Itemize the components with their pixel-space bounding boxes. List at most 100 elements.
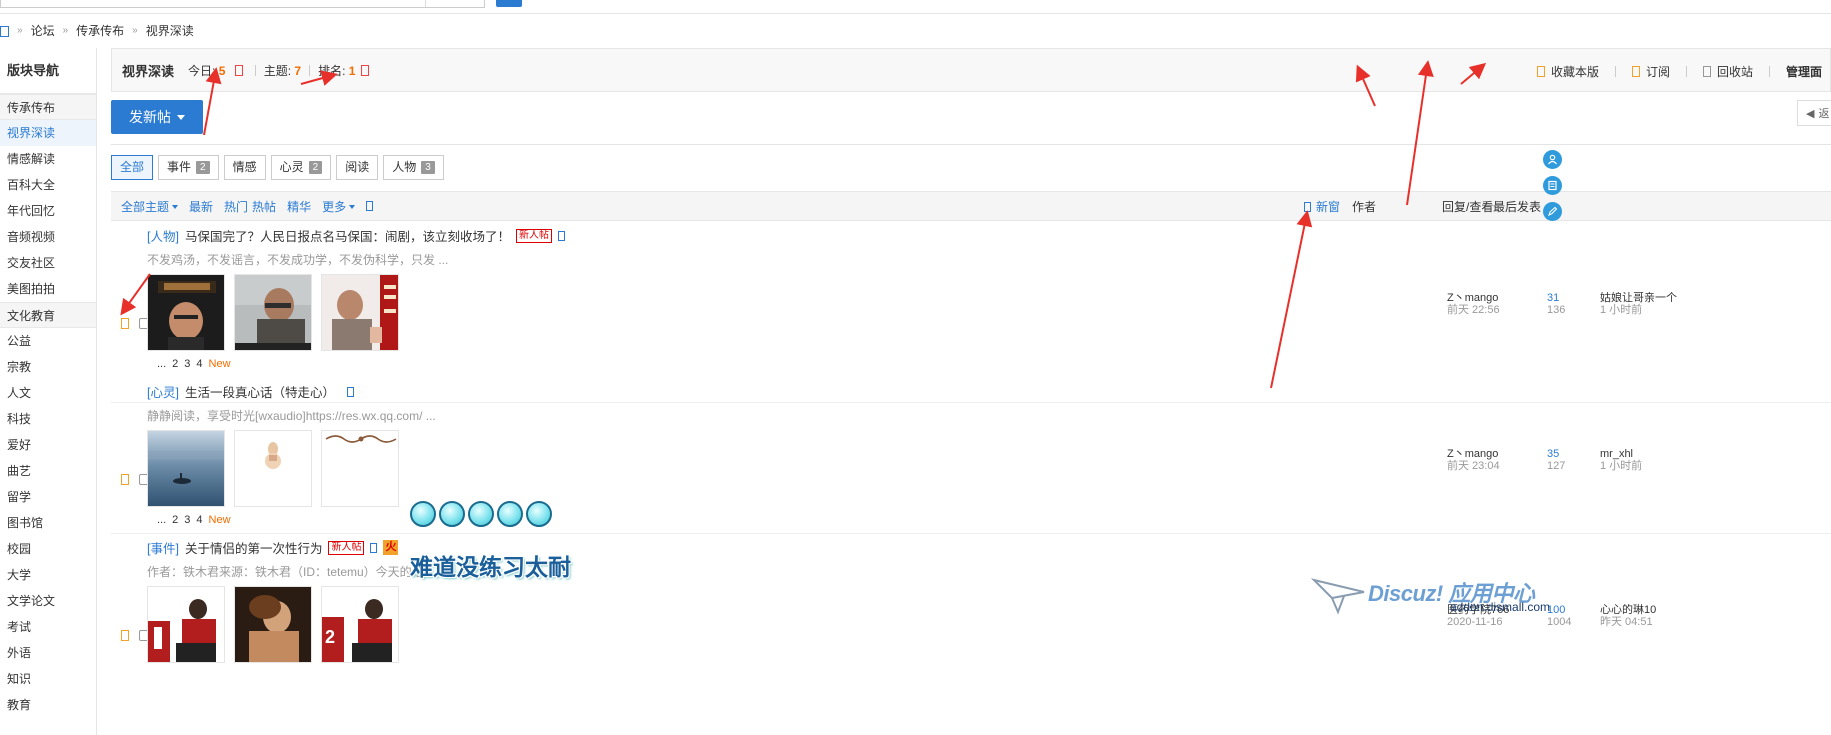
- page-link[interactable]: 4: [196, 358, 202, 370]
- back-button[interactable]: ◀ 返: [1797, 100, 1831, 126]
- sidebar-item[interactable]: 校园: [0, 536, 96, 562]
- author-name[interactable]: Z丶mango: [1447, 448, 1500, 460]
- thumbnail-image[interactable]: [234, 586, 312, 663]
- last-author[interactable]: 姑娘让哥亲一个: [1600, 292, 1680, 304]
- rss-icon[interactable]: [234, 64, 243, 76]
- sidebar-item[interactable]: 外语: [0, 640, 96, 666]
- sidebar-item[interactable]: 科技: [0, 406, 96, 432]
- rank-icon[interactable]: [360, 64, 369, 76]
- filter-digest[interactable]: 精华: [287, 198, 311, 215]
- page-link[interactable]: 2: [172, 358, 178, 370]
- folder-icon[interactable]: [121, 474, 129, 485]
- doc-icon[interactable]: [1543, 176, 1562, 195]
- thread-category[interactable]: [人物]: [147, 226, 179, 245]
- breadcrumb-section[interactable]: 传承传布: [76, 20, 124, 42]
- thumbnail-image[interactable]: 2: [321, 586, 399, 663]
- sidebar-item[interactable]: 知识: [0, 666, 96, 692]
- category-tab[interactable]: 人物 3: [383, 155, 444, 180]
- subscribe-link[interactable]: 订阅: [1624, 63, 1678, 80]
- sidebar-item[interactable]: 年代回忆: [0, 198, 96, 224]
- admin-link[interactable]: 管理面: [1778, 63, 1830, 80]
- thumbnail-image[interactable]: [234, 430, 312, 507]
- reply-count[interactable]: 31: [1547, 292, 1565, 304]
- sidebar-item[interactable]: 曲艺: [0, 458, 96, 484]
- new-window-toggle[interactable]: 新窗: [1304, 192, 1340, 222]
- thread-title[interactable]: 生活一段真心话（特走心）: [185, 382, 335, 401]
- sidebar-item[interactable]: 音频视频: [0, 224, 96, 250]
- search-input[interactable]: [0, 0, 485, 8]
- sidebar-item[interactable]: 考试: [0, 614, 96, 640]
- sidebar-item[interactable]: 传承传布: [0, 94, 96, 120]
- thread-category[interactable]: [事件]: [147, 538, 179, 557]
- page-link[interactable]: 3: [184, 514, 190, 526]
- sidebar-item[interactable]: 公益: [0, 328, 96, 354]
- author-name[interactable]: Z丶mango: [1447, 292, 1500, 304]
- sidebar-item[interactable]: 图书馆: [0, 510, 96, 536]
- thumbnail-image[interactable]: [234, 274, 312, 351]
- thread-row[interactable]: [事件] 关于情侣的第一次性行为 新人帖 火 作者：铁木君来源：铁木君（ID：t…: [111, 534, 1831, 735]
- filter-latest[interactable]: 最新: [189, 198, 213, 215]
- sidebar-item[interactable]: 教育: [0, 692, 96, 718]
- category-tab[interactable]: 阅读: [336, 155, 379, 180]
- thumbnail-graphic: [322, 275, 398, 350]
- new-link[interactable]: New: [209, 358, 231, 370]
- sidebar-item[interactable]: 文化教育: [0, 302, 96, 328]
- new-post-button[interactable]: 发新帖: [111, 100, 203, 134]
- sidebar-item[interactable]: 情感解读: [0, 146, 96, 172]
- favorite-link[interactable]: 收藏本版: [1529, 63, 1607, 80]
- last-author[interactable]: 心心的琳10: [1600, 604, 1680, 616]
- user-icon[interactable]: [1543, 150, 1562, 169]
- category-tab[interactable]: 全部: [111, 155, 154, 180]
- last-time[interactable]: 1 小时前: [1600, 304, 1680, 316]
- last-time[interactable]: 昨天 04:51: [1600, 616, 1680, 628]
- new-link[interactable]: New: [209, 514, 231, 526]
- sidebar-item[interactable]: 百科大全: [0, 172, 96, 198]
- last-time[interactable]: 1 小时前: [1600, 460, 1680, 472]
- folder-icon[interactable]: [121, 630, 129, 641]
- search-button[interactable]: [496, 0, 522, 7]
- sidebar-item[interactable]: 美图拍拍: [0, 276, 96, 302]
- sidebar-item[interactable]: 视界深读: [0, 120, 96, 146]
- today-value: 5: [218, 63, 226, 78]
- page-link[interactable]: 3: [184, 358, 190, 370]
- filter-hot[interactable]: 热门: [224, 198, 248, 215]
- sidebar-item[interactable]: 大学: [0, 562, 96, 588]
- svg-text:2: 2: [325, 627, 335, 647]
- thumbnail-image[interactable]: [321, 430, 399, 507]
- recycle-link[interactable]: 回收站: [1695, 63, 1761, 80]
- recycle-label: 回收站: [1716, 64, 1753, 79]
- folder-icon[interactable]: [121, 318, 129, 329]
- category-tab[interactable]: 情感: [223, 155, 266, 180]
- sidebar-item[interactable]: 留学: [0, 484, 96, 510]
- category-tab[interactable]: 事件 2: [158, 155, 219, 180]
- attachment-icon: [557, 230, 565, 241]
- reply-count[interactable]: 35: [1547, 448, 1565, 460]
- filter-hot-posts[interactable]: 热帖: [252, 198, 276, 215]
- thumbnail-image[interactable]: [147, 274, 225, 351]
- page-link[interactable]: 4: [196, 514, 202, 526]
- breadcrumb-forum[interactable]: 论坛: [31, 20, 55, 42]
- category-tab[interactable]: 心灵 2: [270, 155, 332, 180]
- thread-category[interactable]: [心灵]: [147, 382, 179, 401]
- thread-row[interactable]: [心灵] 生活一段真心话（特走心） 静静阅读，享受时光[wxaudio]http…: [111, 378, 1831, 534]
- sidebar-item[interactable]: 宗教: [0, 354, 96, 380]
- home-icon[interactable]: [0, 25, 9, 37]
- thumbnail-image[interactable]: [321, 274, 399, 351]
- breadcrumb-current[interactable]: 视界深读: [146, 20, 194, 42]
- edit-icon[interactable]: [1543, 202, 1562, 221]
- thread-title[interactable]: 马保国完了？人民日报点名马保国：闹剧，该立刻收场了！: [185, 226, 510, 245]
- display-mode-icon[interactable]: [366, 201, 374, 211]
- thread-row[interactable]: [人物] 马保国完了？人民日报点名马保国：闹剧，该立刻收场了！ 新人帖 不发鸡汤…: [111, 222, 1831, 403]
- sidebar-item[interactable]: 文学论文: [0, 588, 96, 614]
- sidebar-item[interactable]: 爱好: [0, 432, 96, 458]
- thread-title[interactable]: 关于情侣的第一次性行为: [185, 538, 323, 557]
- last-author[interactable]: mr_xhl: [1600, 448, 1680, 460]
- thumbnail-image[interactable]: [147, 430, 225, 507]
- all-topics-filter[interactable]: 全部主题: [121, 198, 179, 215]
- thumbnail-image[interactable]: [147, 586, 225, 663]
- page-link[interactable]: 2: [172, 514, 178, 526]
- sidebar-item[interactable]: 人文: [0, 380, 96, 406]
- sidebar-item[interactable]: 交友社区: [0, 250, 96, 276]
- filter-more[interactable]: 更多: [322, 198, 356, 215]
- thread-pagination: ... 2 3 4 New: [157, 514, 231, 526]
